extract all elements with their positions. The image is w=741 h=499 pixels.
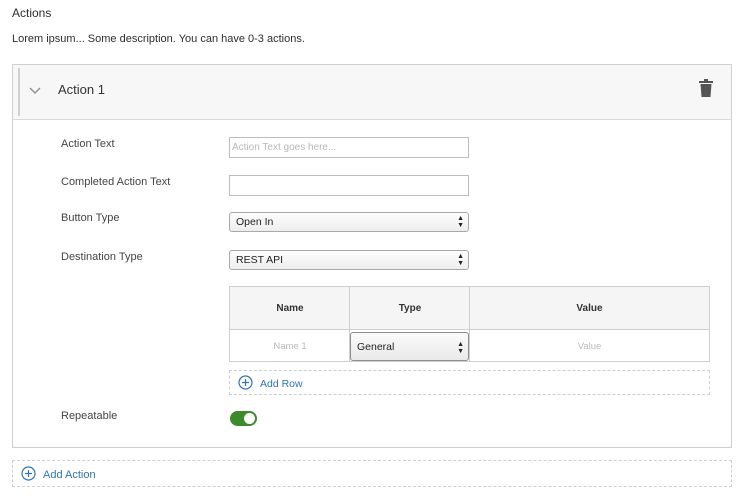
action-title: Action 1 bbox=[58, 82, 105, 97]
header-accent-bar bbox=[18, 68, 20, 116]
column-header-name: Name bbox=[276, 303, 304, 314]
action-card: Action 1 Action Text Completed Action Te… bbox=[12, 64, 732, 448]
column-header-type: Type bbox=[398, 303, 422, 314]
section-description: Lorem ipsum... Some description. You can… bbox=[12, 33, 305, 45]
section-title: Actions bbox=[12, 6, 52, 20]
add-action-button[interactable]: Add Action bbox=[12, 460, 732, 487]
completed-action-text-input[interactable] bbox=[229, 175, 469, 196]
actions-page: Actions Lorem ipsum... Some description.… bbox=[0, 0, 741, 499]
destination-type-label: Destination Type bbox=[61, 251, 143, 263]
add-row-label: Add Row bbox=[260, 378, 303, 390]
select-arrows-icon: ▲ ▼ bbox=[457, 215, 464, 229]
repeatable-toggle[interactable] bbox=[230, 411, 257, 426]
action-text-label: Action Text bbox=[61, 138, 115, 150]
column-header-value: Value bbox=[576, 303, 603, 314]
row-value-input[interactable]: Value bbox=[470, 331, 709, 361]
destination-type-value: REST API bbox=[236, 254, 284, 266]
trash-icon[interactable] bbox=[699, 79, 713, 97]
row-type-select[interactable]: General ▲ ▼ bbox=[350, 332, 469, 361]
action-header[interactable]: Action 1 bbox=[13, 65, 731, 120]
row-name-input[interactable]: Name 1 bbox=[230, 331, 350, 361]
select-arrows-icon: ▲ ▼ bbox=[457, 253, 464, 267]
destination-type-select[interactable]: REST API ▲ ▼ bbox=[229, 250, 469, 270]
plus-circle-icon bbox=[21, 466, 36, 481]
button-type-select[interactable]: Open In ▲ ▼ bbox=[229, 212, 469, 232]
completed-action-text-label: Completed Action Text bbox=[61, 176, 171, 188]
button-type-value: Open In bbox=[236, 216, 274, 228]
parameters-table: Name Type Value Name 1 General ▲ ▼ Value bbox=[229, 286, 710, 362]
action-text-input[interactable] bbox=[229, 137, 469, 158]
repeatable-label: Repeatable bbox=[61, 410, 118, 422]
add-row-button[interactable]: Add Row bbox=[229, 370, 710, 395]
button-type-label: Button Type bbox=[61, 212, 120, 224]
add-action-label: Add Action bbox=[43, 469, 96, 481]
plus-circle-icon bbox=[238, 375, 253, 390]
row-type-value: General bbox=[357, 341, 395, 353]
toggle-knob bbox=[244, 413, 255, 424]
select-arrows-icon: ▲ ▼ bbox=[457, 341, 464, 355]
chevron-down-icon[interactable] bbox=[28, 83, 42, 97]
